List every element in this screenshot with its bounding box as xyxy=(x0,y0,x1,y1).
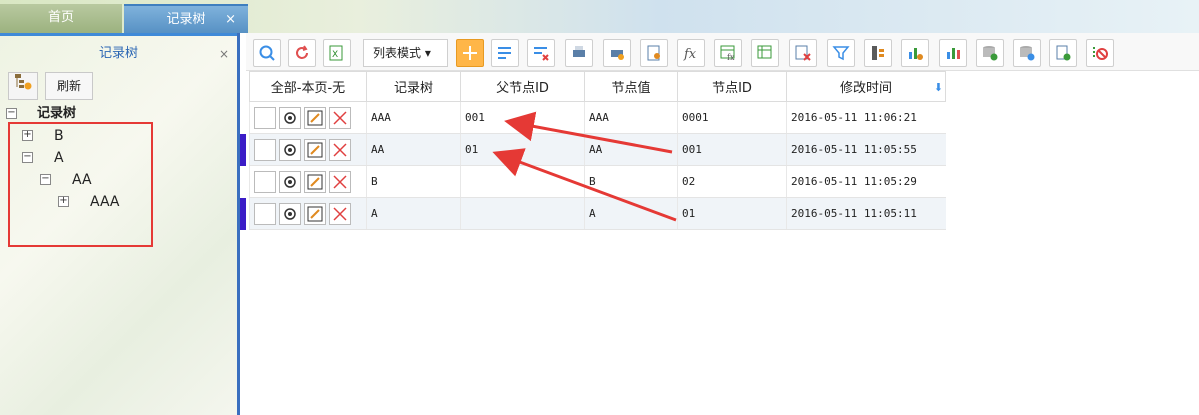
print-icon[interactable] xyxy=(565,39,593,67)
cell-node-value: B xyxy=(584,165,678,198)
view-icon[interactable] xyxy=(279,106,301,129)
cell-parent-id xyxy=(460,165,585,198)
toolbar: X 列表模式 ▾ fx fx xyxy=(246,33,1199,71)
list-mode-label: 列表模式 xyxy=(373,46,422,60)
col-node-id[interactable]: 节点ID xyxy=(677,71,787,102)
disable-icon[interactable] xyxy=(1086,39,1114,67)
chart-icon[interactable] xyxy=(939,39,967,67)
excel-icon[interactable]: X xyxy=(323,39,351,67)
tab-record-tree-label: 记录树 xyxy=(166,12,206,27)
settings-icon[interactable] xyxy=(640,39,668,67)
edit-icon[interactable] xyxy=(304,138,326,161)
print-preview-icon[interactable] xyxy=(603,39,631,67)
col-node-value[interactable]: 节点值 xyxy=(584,71,678,102)
delete-icon[interactable] xyxy=(329,106,351,129)
col-tree[interactable]: 记录树 xyxy=(366,71,461,102)
table-row[interactable]: AAA 001 AAA 0001 2016-05-11 11:06:21 xyxy=(249,101,946,134)
cell-tree: B xyxy=(366,165,461,198)
row-checkbox[interactable] xyxy=(254,106,276,129)
filter-icon[interactable] xyxy=(827,39,855,67)
row-marker xyxy=(240,198,246,230)
svg-text:fx: fx xyxy=(727,53,735,62)
table-edit-icon[interactable] xyxy=(751,39,779,67)
cell-tree: AA xyxy=(366,133,461,166)
chart-settings-icon[interactable] xyxy=(901,39,929,67)
sort-icon[interactable] xyxy=(864,39,892,67)
edit-icon[interactable] xyxy=(304,106,326,129)
svg-text:X: X xyxy=(332,50,338,60)
tree-node-root-label: 记录树 xyxy=(37,106,77,121)
view-icon[interactable] xyxy=(279,170,301,193)
table-row[interactable]: AA 01 AA 001 2016-05-11 11:05:55 xyxy=(249,133,946,166)
cell-node-id: 001 xyxy=(677,133,787,166)
record-table: 全部-本页-无 记录树 父节点ID 节点值 节点ID 修改时间 ⬇ AAA 001… xyxy=(249,71,946,230)
caret-down-icon: ▾ xyxy=(421,46,431,60)
cell-node-value: AA xyxy=(584,133,678,166)
cell-modified: 2016-05-11 11:05:29 xyxy=(786,165,946,198)
main-panel: X 列表模式 ▾ fx fx 全部-本页-无 记录树 父节点ID 节点值 节点I… xyxy=(246,33,1199,415)
tab-bar: 首页 记录树 × xyxy=(0,0,1199,33)
sort-down-icon[interactable]: ⬇ xyxy=(934,81,943,94)
view-icon[interactable] xyxy=(279,202,301,225)
row-actions xyxy=(249,197,367,230)
cell-parent-id xyxy=(460,197,585,230)
cell-node-value: AAA xyxy=(584,101,678,134)
left-panel-toolbar: 刷新 xyxy=(0,70,237,102)
row-actions xyxy=(249,133,367,166)
row-actions xyxy=(249,165,367,198)
delete-icon[interactable] xyxy=(329,138,351,161)
annotation-box xyxy=(8,122,153,247)
col-modified-label: 修改时间 xyxy=(839,81,892,96)
row-marker xyxy=(240,134,246,166)
refresh-icon[interactable] xyxy=(288,39,316,67)
delete-icon[interactable] xyxy=(329,202,351,225)
table-formula-icon[interactable]: fx xyxy=(714,39,742,67)
refresh-button[interactable]: 刷新 xyxy=(45,72,93,100)
tab-home[interactable]: 首页 xyxy=(0,4,122,33)
view-icon[interactable] xyxy=(279,138,301,161)
row-checkbox[interactable] xyxy=(254,202,276,225)
cell-modified: 2016-05-11 11:05:11 xyxy=(786,197,946,230)
cell-node-id: 01 xyxy=(677,197,787,230)
cell-parent-id: 01 xyxy=(460,133,585,166)
svg-text:fx: fx xyxy=(683,47,697,62)
cell-node-id: 0001 xyxy=(677,101,787,134)
tab-home-label: 首页 xyxy=(47,10,74,25)
cell-node-value: A xyxy=(584,197,678,230)
table-row[interactable]: A A 01 2016-05-11 11:05:11 xyxy=(249,197,946,230)
row-checkbox[interactable] xyxy=(254,170,276,193)
delete-icon[interactable] xyxy=(329,170,351,193)
cell-modified: 2016-05-11 11:06:21 xyxy=(786,101,946,134)
col-modified[interactable]: 修改时间 ⬇ xyxy=(786,71,946,102)
database-import-icon[interactable] xyxy=(1013,39,1041,67)
left-panel-title: 记录树 xyxy=(98,46,138,61)
cell-tree: A xyxy=(366,197,461,230)
list-mode-select[interactable]: 列表模式 ▾ xyxy=(363,39,448,67)
cell-tree: AAA xyxy=(366,101,461,134)
cell-node-id: 02 xyxy=(677,165,787,198)
edit-list-icon[interactable] xyxy=(491,39,519,67)
search-icon[interactable] xyxy=(253,39,281,67)
collapse-icon[interactable]: − xyxy=(6,108,17,119)
row-actions xyxy=(249,101,367,134)
table-row[interactable]: B B 02 2016-05-11 11:05:29 xyxy=(249,165,946,198)
edit-icon[interactable] xyxy=(304,170,326,193)
close-icon[interactable]: × xyxy=(225,6,236,33)
delete-list-icon[interactable] xyxy=(527,39,555,67)
edit-icon[interactable] xyxy=(304,202,326,225)
add-icon[interactable] xyxy=(456,39,484,67)
cell-parent-id: 001 xyxy=(460,101,585,134)
row-checkbox[interactable] xyxy=(254,138,276,161)
close-icon[interactable]: × xyxy=(219,36,229,72)
left-panel-header: 记录树 × xyxy=(0,33,237,70)
tree-settings-icon[interactable] xyxy=(8,72,38,100)
tab-record-tree[interactable]: 记录树 × xyxy=(124,4,248,33)
cell-modified: 2016-05-11 11:05:55 xyxy=(786,133,946,166)
clear-icon[interactable] xyxy=(789,39,817,67)
formula-icon[interactable]: fx xyxy=(677,39,705,67)
col-select[interactable]: 全部-本页-无 xyxy=(249,71,367,102)
col-parent-id[interactable]: 父节点ID xyxy=(460,71,585,102)
database-export-icon[interactable] xyxy=(976,39,1004,67)
export-icon[interactable] xyxy=(1049,39,1077,67)
